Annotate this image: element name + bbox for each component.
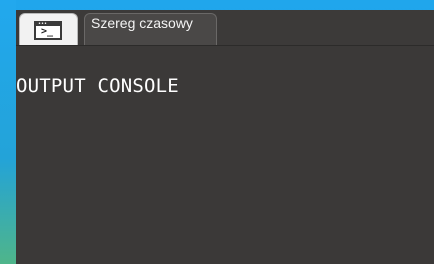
tab-time-series-label: Szereg czasowy <box>91 15 193 31</box>
console-content: OUTPUT CONSOLE <box>16 46 434 264</box>
console-icon: ••• >_ <box>34 21 62 40</box>
tab-console[interactable]: ••• >_ <box>19 13 78 45</box>
tab-bar: ••• >_ Szereg czasowy <box>16 10 434 46</box>
console-title: OUTPUT CONSOLE <box>16 75 179 97</box>
window-frame: ••• >_ Szereg czasowy OUTPUT CONSOLE <box>0 0 434 264</box>
left-accent-strip <box>0 0 16 264</box>
output-panel: ••• >_ Szereg czasowy OUTPUT CONSOLE <box>16 10 434 264</box>
tab-time-series[interactable]: Szereg czasowy <box>84 13 217 45</box>
